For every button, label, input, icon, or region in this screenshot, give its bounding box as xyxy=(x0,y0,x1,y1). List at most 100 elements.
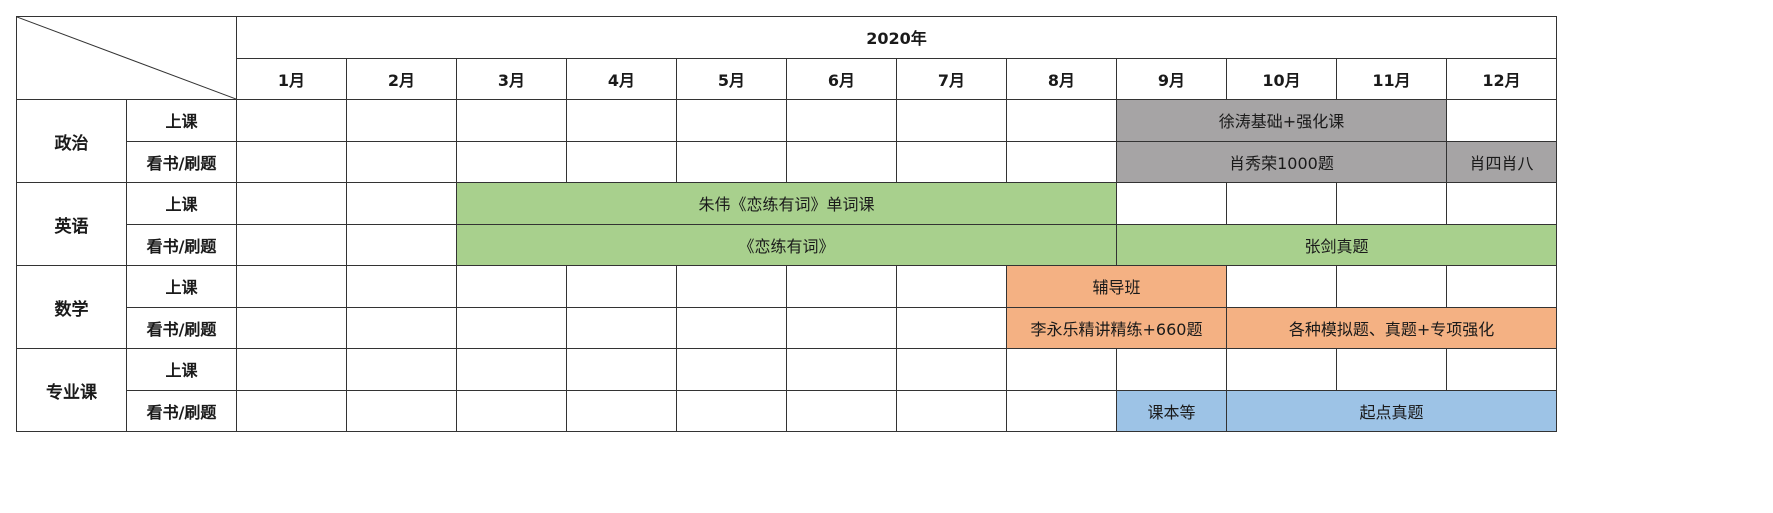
empty-cell xyxy=(676,99,787,142)
row-label-class: 上课 xyxy=(126,99,237,142)
empty-cell xyxy=(236,389,347,432)
empty-cell xyxy=(456,140,567,183)
plan-block: 徐涛基础+强化课 xyxy=(1116,99,1447,142)
empty-cell xyxy=(786,306,897,349)
empty-cell xyxy=(896,99,1007,142)
empty-cell xyxy=(346,223,457,266)
empty-cell xyxy=(1226,182,1337,225)
empty-cell xyxy=(456,265,567,308)
schedule-row: 专业课 上课 xyxy=(16,348,1558,432)
empty-cell xyxy=(346,182,457,225)
month-header-cell: 7月 xyxy=(896,57,1007,100)
empty-cell xyxy=(346,140,457,183)
empty-cell xyxy=(1226,348,1337,391)
empty-cell xyxy=(786,265,897,308)
empty-cell xyxy=(236,306,347,349)
empty-cell xyxy=(1006,140,1117,183)
empty-cell xyxy=(566,140,677,183)
year-header: 2020年 xyxy=(235,16,1558,59)
diagonal-corner-cell xyxy=(16,16,237,100)
month-header-cell: 10月 xyxy=(1226,57,1337,100)
month-header-cell: 1月 xyxy=(236,57,347,100)
empty-cell xyxy=(1336,265,1447,308)
empty-cell xyxy=(236,140,347,183)
plan-block: 朱伟《恋练有词》单词课 xyxy=(456,182,1117,225)
plan-block: 各种模拟题、真题+专项强化 xyxy=(1225,306,1558,349)
empty-cell xyxy=(456,99,567,142)
empty-cell xyxy=(786,389,897,432)
empty-cell xyxy=(346,389,457,432)
empty-cell xyxy=(1226,265,1337,308)
schedule-row: 政治 上课 徐涛基础+强化课 xyxy=(16,99,1558,183)
empty-cell xyxy=(676,306,787,349)
empty-cell xyxy=(676,348,787,391)
month-header-cell: 4月 xyxy=(566,57,677,100)
empty-cell xyxy=(456,306,567,349)
empty-cell xyxy=(1445,265,1558,308)
row-label-class: 上课 xyxy=(126,348,237,391)
empty-cell xyxy=(566,99,677,142)
subject-label: 数学 xyxy=(16,265,127,349)
empty-cell xyxy=(236,265,347,308)
month-header-cell: 12月 xyxy=(1445,57,1558,100)
empty-cell xyxy=(676,140,787,183)
empty-cell xyxy=(566,348,677,391)
schedule-row: 看书/刷题 课本等 起点真题 xyxy=(17,389,1558,432)
empty-cell xyxy=(236,182,347,225)
empty-cell xyxy=(236,348,347,391)
empty-cell xyxy=(896,348,1007,391)
plan-block: 辅导班 xyxy=(1006,265,1227,308)
empty-cell xyxy=(1445,348,1558,391)
empty-cell xyxy=(1006,348,1117,391)
month-header-cell: 5月 xyxy=(676,57,787,100)
schedule-row: 数学 上课 辅导班 xyxy=(16,265,1558,349)
empty-cell xyxy=(456,389,567,432)
empty-cell xyxy=(566,306,677,349)
empty-cell xyxy=(1006,389,1117,432)
empty-cell xyxy=(786,348,897,391)
empty-cell xyxy=(896,306,1007,349)
empty-cell xyxy=(456,348,567,391)
empty-cell xyxy=(896,140,1007,183)
row-label-class: 上课 xyxy=(126,182,237,225)
empty-cell xyxy=(896,389,1007,432)
empty-cell xyxy=(786,99,897,142)
schedule-row: 看书/刷题 《恋练有词》 张剑真题 xyxy=(17,223,1558,266)
study-schedule-table: 2020年 1月 2月 3月 4月 5月 6月 7月 8月 9月 10月 11月 12月 政治 上课 徐涛… xyxy=(16,16,1558,432)
empty-cell xyxy=(346,306,457,349)
month-header-cell: 6月 xyxy=(786,57,897,100)
subject-label: 专业课 xyxy=(16,348,127,432)
empty-cell xyxy=(676,265,787,308)
empty-cell xyxy=(346,348,457,391)
plan-block: 肖四肖八 xyxy=(1445,140,1558,183)
row-label-study: 看书/刷题 xyxy=(126,389,237,432)
row-label-study: 看书/刷题 xyxy=(126,140,237,183)
schedule-row: 看书/刷题 李永乐精讲精练+660题 各种模拟题、真题+专项强化 xyxy=(17,306,1558,349)
month-header-cell: 9月 xyxy=(1116,57,1227,100)
month-header-cell: 2月 xyxy=(346,57,457,100)
empty-cell xyxy=(1445,182,1558,225)
empty-cell xyxy=(1445,99,1558,142)
empty-cell xyxy=(1336,182,1447,225)
schedule-row: 看书/刷题 肖秀荣1000题 肖四肖八 xyxy=(17,140,1558,183)
plan-block: 张剑真题 xyxy=(1115,223,1558,266)
empty-cell xyxy=(236,99,347,142)
empty-cell xyxy=(1006,99,1117,142)
month-header-cell: 3月 xyxy=(456,57,567,100)
year-header-row: 2020年 xyxy=(16,16,1558,100)
month-header-cell: 8月 xyxy=(1006,57,1117,100)
empty-cell xyxy=(346,99,457,142)
plan-block: 起点真题 xyxy=(1225,389,1558,432)
month-header-cell: 11月 xyxy=(1336,57,1447,100)
subject-label: 英语 xyxy=(16,182,127,266)
schedule-row: 英语 上课 朱伟《恋练有词》单词课 xyxy=(16,182,1558,266)
empty-cell xyxy=(236,223,347,266)
plan-block: 《恋练有词》 xyxy=(456,223,1117,266)
plan-block: 肖秀荣1000题 xyxy=(1116,140,1447,183)
empty-cell xyxy=(566,389,677,432)
empty-cell xyxy=(896,265,1007,308)
plan-block: 李永乐精讲精练+660题 xyxy=(1006,306,1227,349)
diagonal-line xyxy=(17,17,236,99)
row-label-class: 上课 xyxy=(126,265,237,308)
empty-cell xyxy=(346,265,457,308)
